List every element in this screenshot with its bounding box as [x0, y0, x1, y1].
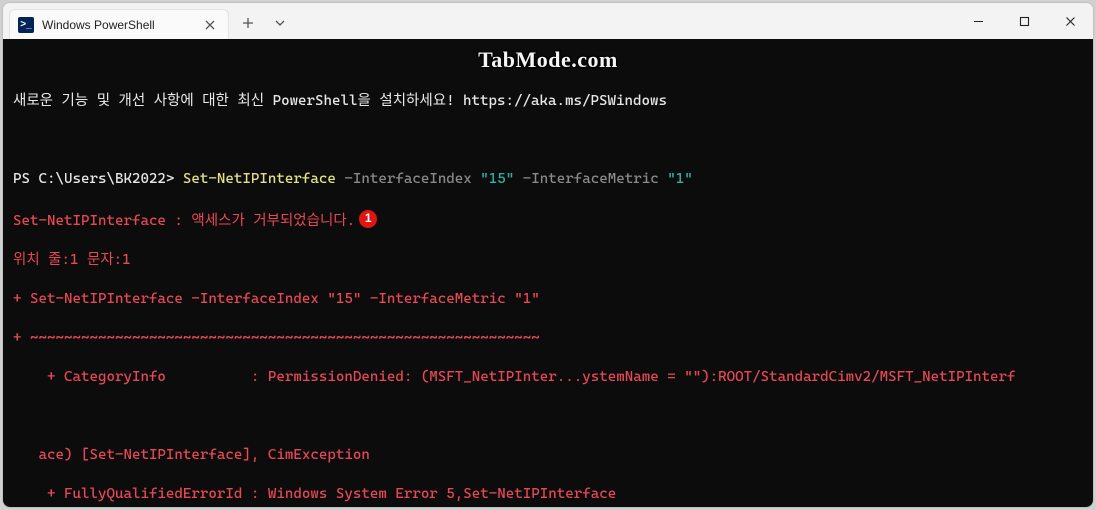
param-value: "1"	[667, 171, 693, 187]
error-text: Set-NetIPInterface : 액세스가 거부되었습니다.	[13, 212, 355, 228]
minimize-button[interactable]	[955, 3, 1001, 39]
param-name: -InterfaceMetric	[514, 171, 667, 187]
close-tab-button[interactable]	[202, 17, 218, 33]
watermark-text: TabMode.com	[478, 45, 618, 75]
titlebar: >_ Windows PowerShell	[3, 3, 1093, 39]
tab-powershell[interactable]: >_ Windows PowerShell	[9, 9, 229, 39]
blank-line	[13, 407, 1083, 427]
prompt-text: PS C:\Users\BK2022>	[13, 171, 183, 187]
close-window-button[interactable]	[1047, 3, 1093, 39]
param-value: "15"	[480, 171, 514, 187]
error-header: Set-NetIPInterface : 액세스가 거부되었습니다.1	[13, 210, 1083, 231]
app-window: >_ Windows PowerShell	[2, 2, 1094, 508]
titlebar-drag-area[interactable]	[295, 3, 955, 39]
intro-line: 새로운 기능 및 개선 사항에 대한 최신 PowerShell을 설치하세요!…	[13, 92, 1083, 112]
cmdlet-name: Set-NetIPInterface	[183, 171, 336, 187]
blank-line	[13, 131, 1083, 151]
error-category-cont: ace) [Set-NetIPInterface], CimException	[13, 446, 1083, 466]
maximize-button[interactable]	[1001, 3, 1047, 39]
param-name: -InterfaceIndex	[336, 171, 480, 187]
error-fq-id: + FullyQualifiedErrorId : Windows System…	[13, 485, 1083, 505]
tab-actions	[229, 3, 295, 39]
error-loc: 위치 줄:1 문자:1	[13, 251, 1083, 271]
annotation-badge: 1	[359, 210, 377, 228]
tab-dropdown-button[interactable]	[265, 8, 295, 38]
error-category: + CategoryInfo : PermissionDenied: (MSFT…	[13, 368, 1083, 388]
error-underline: + ~~~~~~~~~~~~~~~~~~~~~~~~~~~~~~~~~~~~~~…	[13, 329, 1083, 349]
command-line: PS C:\Users\BK2022> Set-NetIPInterface -…	[13, 170, 1083, 190]
tab-strip: >_ Windows PowerShell	[3, 3, 229, 39]
new-tab-button[interactable]	[233, 8, 263, 38]
tab-title: Windows PowerShell	[42, 18, 155, 32]
powershell-icon: >_	[18, 17, 34, 33]
error-cmd: + Set-NetIPInterface -InterfaceIndex "15…	[13, 290, 1083, 310]
window-controls	[955, 3, 1093, 39]
terminal-area[interactable]: TabMode.com 새로운 기능 및 개선 사항에 대한 최신 PowerS…	[3, 39, 1093, 507]
